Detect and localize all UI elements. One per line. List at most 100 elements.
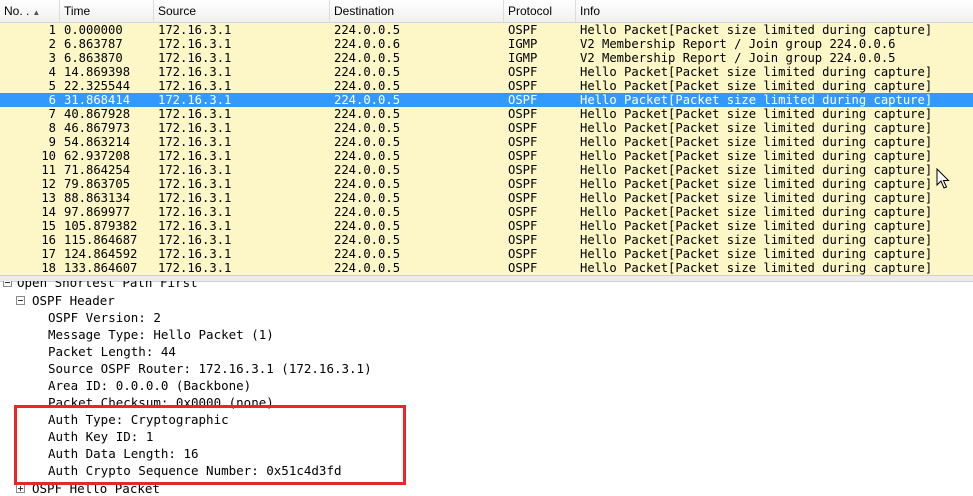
packet-cell-protocol: OSPF [508, 65, 538, 79]
collapse-icon[interactable] [3, 281, 12, 287]
packet-cell-destination: 224.0.0.5 [334, 177, 401, 191]
packet-row[interactable]: 2 6.863787 172.16.3.1 224.0.0.6 IGMP V2 Membe… [0, 37, 973, 51]
column-header-protocol[interactable]: Protocol [504, 0, 576, 22]
packet-cell-info: Hello Packet[Packet size limited during … [580, 121, 933, 135]
column-header-source[interactable]: Source [154, 0, 330, 22]
packet-cell-protocol: OSPF [508, 93, 538, 107]
packet-cell-no: 7 [48, 107, 56, 121]
tree-field-message-type[interactable]: Message Type: Hello Packet (1) [48, 326, 274, 343]
column-header-no[interactable]: No. . ▲ [0, 0, 60, 22]
packet-cell-time: 71.864254 [64, 163, 131, 177]
packet-row[interactable]: 14 97.869977 172.16.3.1 224.0.0.5 OSPF Hello … [0, 205, 973, 219]
packet-cell-protocol: OSPF [508, 205, 538, 219]
packet-row[interactable]: 15 105.879382 172.16.3.1 224.0.0.5 OSPF Hello… [0, 219, 973, 233]
packet-cell-destination: 224.0.0.6 [334, 37, 401, 51]
packet-cell-protocol: OSPF [508, 23, 538, 37]
packet-row[interactable]: 4 14.869398 172.16.3.1 224.0.0.5 OSPF Hello P… [0, 65, 973, 79]
packet-cell-source: 172.16.3.1 [158, 163, 232, 177]
packet-cell-no: 13 [41, 191, 56, 205]
packet-cell-info: Hello Packet[Packet size limited during … [580, 163, 933, 177]
sort-ascending-icon: ▲ [32, 8, 41, 17]
column-header-info[interactable]: Info [576, 0, 973, 22]
packet-cell-protocol: OSPF [508, 247, 538, 261]
packet-cell-no: 14 [41, 205, 56, 219]
packet-cell-no: 11 [41, 163, 56, 177]
expand-icon[interactable] [16, 484, 25, 493]
packet-cell-source: 172.16.3.1 [158, 37, 232, 51]
packet-cell-protocol: OSPF [508, 177, 538, 191]
packet-cell-info: Hello Packet[Packet size limited during … [580, 23, 933, 37]
packet-cell-info: Hello Packet[Packet size limited during … [580, 65, 933, 79]
packet-cell-info: Hello Packet[Packet size limited during … [580, 107, 933, 121]
packet-row[interactable]: 6 31.868414 172.16.3.1 224.0.0.5 OSPF Hello P… [0, 93, 973, 107]
packet-row[interactable]: 9 54.863214 172.16.3.1 224.0.0.5 OSPF Hello P… [0, 135, 973, 149]
packet-cell-source: 172.16.3.1 [158, 51, 232, 65]
packet-cell-no: 10 [41, 149, 56, 163]
packet-cell-info: Hello Packet[Packet size limited during … [580, 205, 933, 219]
column-header-info-label: Info [580, 4, 601, 18]
packet-cell-destination: 224.0.0.5 [334, 51, 401, 65]
column-header-destination[interactable]: Destination [330, 0, 504, 22]
column-header-no-label: No. . [4, 4, 30, 18]
packet-cell-info: Hello Packet[Packet size limited during … [580, 135, 933, 149]
packet-cell-time: 97.869977 [64, 205, 131, 219]
packet-cell-source: 172.16.3.1 [158, 219, 232, 233]
packet-cell-source: 172.16.3.1 [158, 107, 232, 121]
packet-row[interactable]: 18 133.864607 172.16.3.1 224.0.0.5 OSPF Hello… [0, 261, 973, 275]
column-header-time[interactable]: Time [60, 0, 154, 22]
packet-cell-source: 172.16.3.1 [158, 121, 232, 135]
packet-cell-protocol: IGMP [508, 51, 538, 65]
tree-node-ospf-header[interactable]: OSPF Header [0, 292, 400, 309]
packet-cell-source: 172.16.3.1 [158, 191, 232, 205]
tree-node-ospf-header-label: OSPF Header [32, 293, 115, 308]
packet-cell-time: 6.863787 [64, 37, 123, 51]
packet-cell-no: 9 [48, 135, 56, 149]
packet-cell-time: 46.867973 [64, 121, 131, 135]
packet-row[interactable]: 7 40.867928 172.16.3.1 224.0.0.5 OSPF Hello P… [0, 107, 973, 121]
packet-cell-info: V2 Membership Report / Join group 224.0.… [580, 51, 896, 65]
packet-cell-source: 172.16.3.1 [158, 65, 232, 79]
packet-cell-time: 31.868414 [64, 93, 131, 107]
mouse-cursor-icon [936, 168, 950, 189]
packet-cell-time: 79.863705 [64, 177, 131, 191]
packet-cell-info: Hello Packet[Packet size limited during … [580, 219, 933, 233]
packet-row[interactable]: 11 71.864254 172.16.3.1 224.0.0.5 OSPF Hello … [0, 163, 973, 177]
packet-cell-destination: 224.0.0.5 [334, 121, 401, 135]
packet-cell-destination: 224.0.0.5 [334, 205, 401, 219]
packet-row[interactable]: 16 115.864687 172.16.3.1 224.0.0.5 OSPF Hello… [0, 233, 973, 247]
packet-cell-destination: 224.0.0.5 [334, 79, 401, 93]
packet-cell-destination: 224.0.0.5 [334, 93, 401, 107]
packet-row[interactable]: 8 46.867973 172.16.3.1 224.0.0.5 OSPF Hello P… [0, 121, 973, 135]
packet-cell-time: 124.864592 [64, 247, 138, 261]
packet-row[interactable]: 12 79.863705 172.16.3.1 224.0.0.5 OSPF Hello … [0, 177, 973, 191]
packet-cell-time: 62.937208 [64, 149, 131, 163]
packet-cell-no: 8 [48, 121, 56, 135]
packet-cell-destination: 224.0.0.5 [334, 219, 401, 233]
packet-cell-info: Hello Packet[Packet size limited during … [580, 261, 933, 275]
tree-field-source-router[interactable]: Source OSPF Router: 172.16.3.1 (172.16.3… [48, 360, 372, 377]
packet-cell-protocol: OSPF [508, 121, 538, 135]
packet-cell-info: Hello Packet[Packet size limited during … [580, 247, 933, 261]
packet-cell-info: Hello Packet[Packet size limited during … [580, 93, 933, 107]
packet-cell-protocol: OSPF [508, 261, 538, 275]
tree-field-ospf-version[interactable]: OSPF Version: 2 [48, 309, 161, 326]
packet-cell-destination: 224.0.0.5 [334, 107, 401, 121]
packet-row[interactable]: 10 62.937208 172.16.3.1 224.0.0.5 OSPF Hello … [0, 149, 973, 163]
packet-row[interactable]: 13 88.863134 172.16.3.1 224.0.0.5 OSPF Hello … [0, 191, 973, 205]
packet-cell-time: 88.863134 [64, 191, 131, 205]
packet-cell-no: 3 [48, 51, 56, 65]
packet-row[interactable]: 5 22.325544 172.16.3.1 224.0.0.5 OSPF Hello P… [0, 79, 973, 93]
packet-cell-info: Hello Packet[Packet size limited during … [580, 233, 933, 247]
packet-cell-info: Hello Packet[Packet size limited during … [580, 177, 933, 191]
packet-cell-source: 172.16.3.1 [158, 149, 232, 163]
collapse-icon[interactable] [16, 296, 25, 305]
packet-cell-source: 172.16.3.1 [158, 233, 232, 247]
tree-field-area-id[interactable]: Area ID: 0.0.0.0 (Backbone) [48, 377, 251, 394]
tree-field-packet-length[interactable]: Packet Length: 44 [48, 343, 176, 360]
packet-row[interactable]: 3 6.863870 172.16.3.1 224.0.0.5 IGMP V2 Membe… [0, 51, 973, 65]
tree-node-ospf-label: Open Shortest Path First [17, 281, 198, 290]
packet-cell-time: 0.000000 [64, 23, 123, 37]
packet-cell-destination: 224.0.0.5 [334, 163, 401, 177]
packet-row[interactable]: 17 124.864592 172.16.3.1 224.0.0.5 OSPF Hello… [0, 247, 973, 261]
packet-row[interactable]: 1 0.000000 172.16.3.1 224.0.0.5 OSPF Hello Pa… [0, 23, 973, 37]
